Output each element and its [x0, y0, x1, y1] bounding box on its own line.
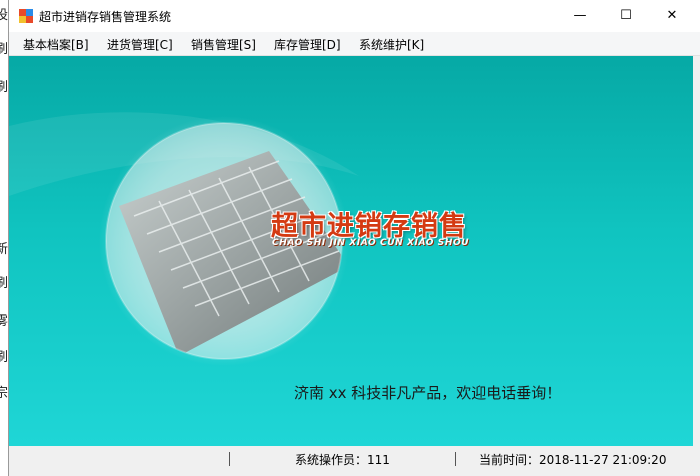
maximize-button[interactable]: ☐	[603, 0, 649, 32]
title-bar[interactable]: 超市进销存销售管理系统 — ☐ ✕	[9, 0, 700, 32]
bg-fragment: 刷	[0, 42, 8, 57]
status-bar: 系统操作员：111 当前时间：2018-11-27 21:09:20	[9, 446, 700, 476]
logo-subtitle: CHAO SHI JIN XIAO CUN XIAO SHOU	[272, 238, 470, 248]
main-window: 超市进销存销售管理系统 — ☐ ✕ 基本档案[B] 进货管理[C] 销售管理[S…	[8, 0, 700, 476]
status-operator: 系统操作员：111	[295, 453, 390, 467]
bg-fragment: 新	[0, 242, 8, 257]
status-time: 当前时间：2018-11-27 21:09:20	[479, 453, 667, 467]
background-window-edge: 设 刷 刷 新 刷 雾 刷 宗	[0, 0, 8, 476]
bg-fragment: 刷	[0, 80, 8, 95]
menu-bar: 基本档案[B] 进货管理[C] 销售管理[S] 库存管理[D] 系统维护[K]	[9, 32, 700, 56]
status-separator	[455, 452, 456, 466]
splash-panel: 超市进销存销售 CHAO SHI JIN XIAO CUN XIAO SHOU …	[9, 56, 693, 446]
menu-inventory[interactable]: 库存管理[D]	[274, 36, 341, 53]
close-button[interactable]: ✕	[649, 0, 695, 32]
app-icon	[19, 9, 33, 23]
bg-fragment: 宗	[0, 386, 8, 401]
status-separator	[229, 452, 230, 466]
bg-fragment: 刷	[0, 276, 8, 291]
welcome-footer: 济南 xx 科技非凡产品，欢迎电话垂询！	[294, 384, 562, 402]
bg-fragment: 设	[0, 8, 8, 23]
minimize-button[interactable]: —	[557, 0, 603, 32]
menu-sales[interactable]: 销售管理[S]	[191, 36, 256, 53]
menu-purchase[interactable]: 进货管理[C]	[107, 36, 173, 53]
vertical-scrollbar[interactable]	[693, 56, 700, 446]
window-title: 超市进销存销售管理系统	[39, 10, 172, 24]
bg-fragment: 刷	[0, 350, 8, 365]
menu-system[interactable]: 系统维护[K]	[359, 36, 424, 53]
menu-basic-records[interactable]: 基本档案[B]	[23, 36, 89, 53]
bg-fragment: 雾	[0, 314, 8, 329]
